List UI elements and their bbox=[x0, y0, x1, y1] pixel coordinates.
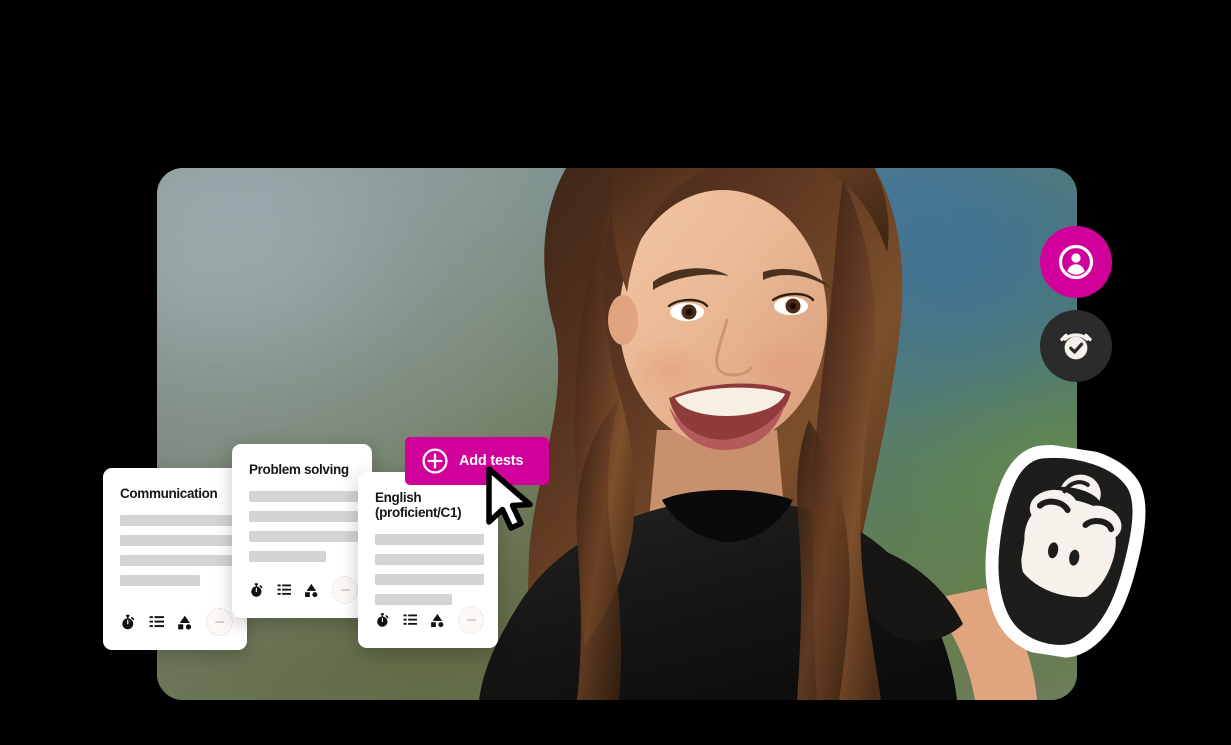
list-icon bbox=[403, 614, 418, 625]
skeleton-line bbox=[249, 511, 359, 522]
user-circle-icon bbox=[1058, 244, 1094, 280]
plus-circle-icon bbox=[422, 448, 448, 474]
test-card-title-line-1: English bbox=[375, 490, 422, 505]
stopwatch-icon bbox=[251, 583, 263, 597]
skeleton-line bbox=[249, 491, 359, 502]
skeleton-line bbox=[120, 535, 234, 546]
test-card-problem-solving[interactable]: Problem solving bbox=[232, 444, 372, 618]
skeleton-line bbox=[375, 594, 453, 605]
test-card-skeleton bbox=[375, 534, 485, 605]
test-card-meta-icons bbox=[375, 606, 484, 634]
test-card-skeleton bbox=[120, 515, 234, 586]
test-card-title-line-2: (proficient/C1) bbox=[375, 505, 462, 520]
add-tests-button[interactable]: Add tests bbox=[405, 437, 549, 485]
candidate-profile-button[interactable] bbox=[1040, 226, 1112, 298]
minus-bar bbox=[466, 619, 476, 621]
test-card-meta-icons bbox=[249, 576, 358, 604]
test-card-english[interactable]: English (proficient/C1) bbox=[358, 472, 498, 648]
video-background-blur-overlay bbox=[157, 168, 1077, 700]
shapes-icon bbox=[431, 613, 444, 628]
test-card-title: Problem solving bbox=[249, 462, 349, 477]
remove-test-icon[interactable] bbox=[205, 608, 233, 636]
skeleton-line bbox=[375, 574, 485, 585]
test-card-skeleton bbox=[249, 491, 359, 562]
alarm-clock-check-icon bbox=[1060, 333, 1092, 360]
test-card-meta-icons bbox=[120, 608, 233, 636]
timed-assessment-button[interactable] bbox=[1040, 310, 1112, 382]
test-card-title: English (proficient/C1) bbox=[375, 490, 481, 520]
test-card-title: Communication bbox=[120, 486, 218, 501]
skeleton-line bbox=[120, 555, 234, 566]
remove-test-icon[interactable] bbox=[458, 606, 484, 634]
candidate-video-frame bbox=[157, 168, 1077, 700]
minus-bar bbox=[340, 589, 350, 591]
skeleton-line bbox=[249, 551, 327, 562]
stopwatch-icon bbox=[377, 613, 389, 627]
minus-bar bbox=[214, 621, 224, 623]
stopwatch-icon bbox=[122, 614, 135, 630]
gorilla-head-logo bbox=[985, 444, 1146, 658]
screenshot-stage: Communication Problem solving English (p… bbox=[0, 0, 1231, 745]
add-tests-label: Add tests bbox=[459, 453, 524, 469]
remove-test-icon[interactable] bbox=[332, 576, 358, 604]
skeleton-line bbox=[375, 534, 485, 545]
list-icon bbox=[149, 616, 164, 628]
skeleton-line bbox=[120, 575, 201, 586]
shapes-icon bbox=[178, 615, 192, 630]
test-card-communication[interactable]: Communication bbox=[103, 468, 247, 650]
skeleton-line bbox=[375, 554, 485, 565]
skeleton-line bbox=[249, 531, 359, 542]
skeleton-line bbox=[120, 515, 234, 526]
shapes-icon bbox=[305, 583, 318, 598]
list-icon bbox=[277, 584, 292, 595]
